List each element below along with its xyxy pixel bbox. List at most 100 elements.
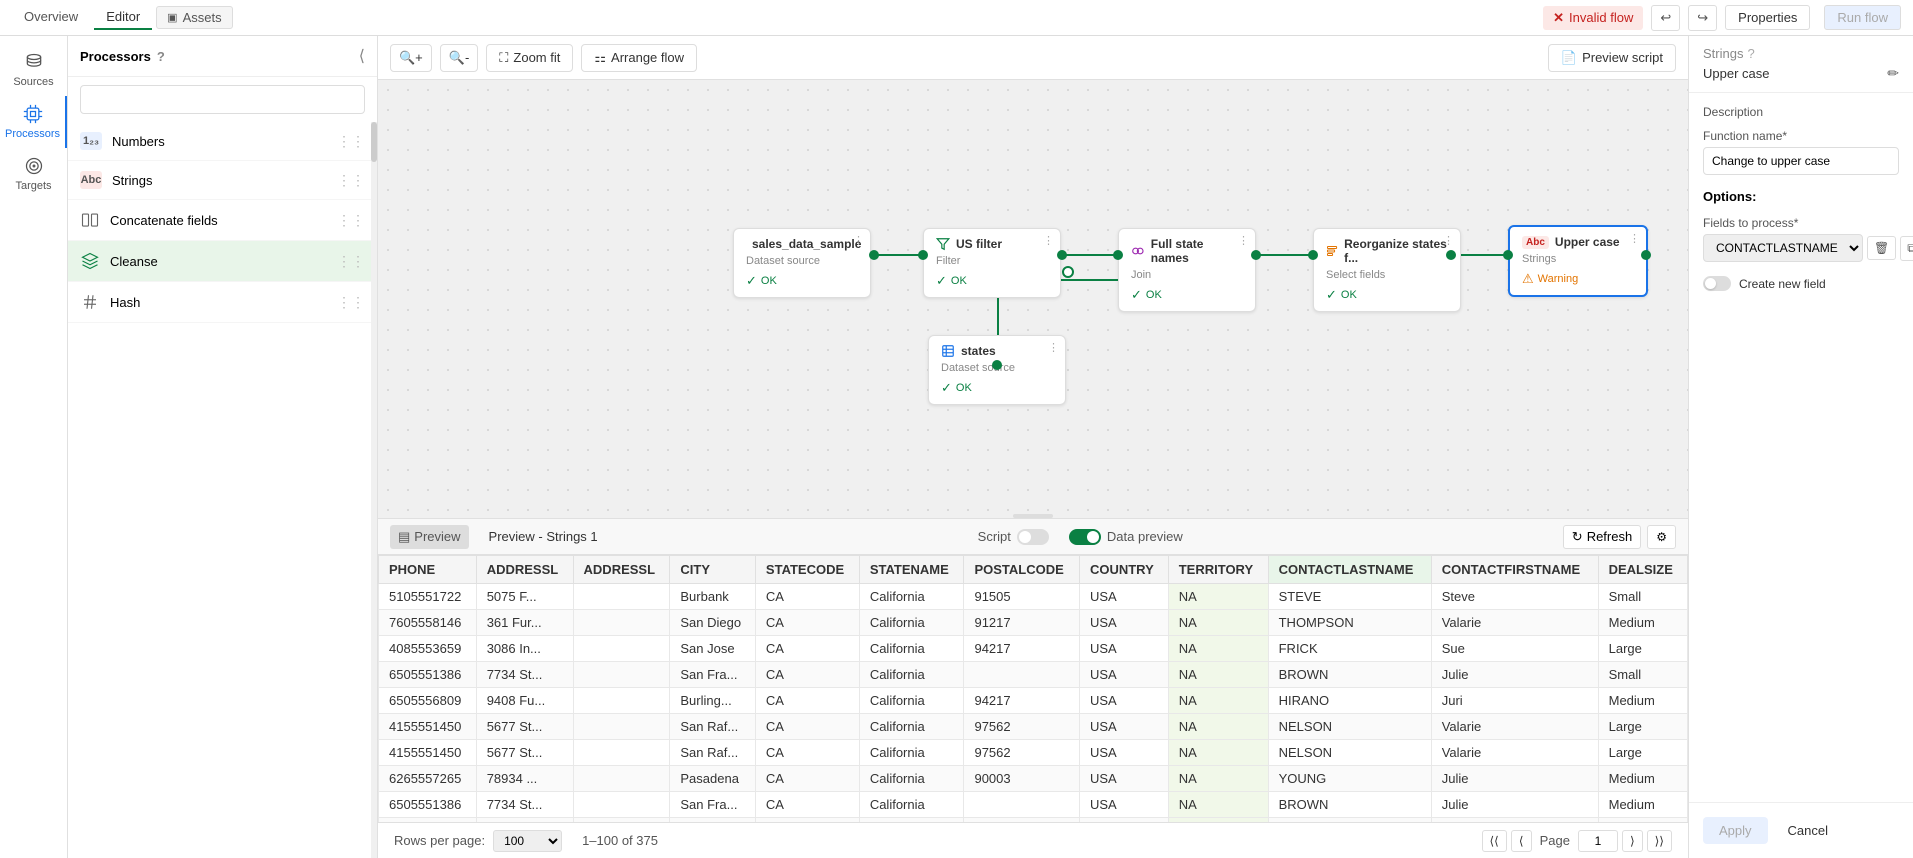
tab-assets[interactable]: ▣ Assets bbox=[156, 6, 232, 29]
zoom-in-button[interactable]: 🔍+ bbox=[390, 44, 432, 72]
node-reorganize[interactable]: ⋮ Reorganize states f... Select fields ✓… bbox=[1313, 228, 1461, 312]
drag-icon-numbers[interactable]: ⋮⋮ bbox=[337, 133, 365, 150]
drag-icon-concat[interactable]: ⋮⋮ bbox=[337, 212, 365, 229]
node-subtitle: Select fields bbox=[1326, 269, 1448, 281]
table-cell: YOUNG bbox=[1268, 766, 1431, 792]
cpu-icon bbox=[23, 104, 43, 124]
processor-item-concatenate[interactable]: Concatenate fields ⋮⋮ bbox=[68, 200, 377, 241]
invalid-flow-button[interactable]: ✕ Invalid flow bbox=[1543, 6, 1643, 30]
expand-field-button[interactable]: ⧉ bbox=[1900, 236, 1913, 261]
processor-item-numbers[interactable]: 1₂₃ Numbers ⋮⋮ bbox=[68, 122, 377, 161]
table-cell: HIRANO bbox=[1268, 688, 1431, 714]
node-subtitle: Dataset source bbox=[746, 255, 858, 267]
table-cell: California bbox=[859, 636, 964, 662]
script-toggle-switch[interactable] bbox=[1017, 529, 1049, 545]
zoom-fit-button[interactable]: ⛶ Zoom fit bbox=[486, 44, 573, 72]
delete-field-button[interactable]: 🗑 bbox=[1867, 236, 1896, 260]
col-header[interactable]: CONTACTLASTNAME bbox=[1268, 556, 1431, 584]
node-upper-case[interactable]: ⋮ Abc Upper case Strings ⚠ Warning bbox=[1508, 225, 1648, 297]
table-cell: USA bbox=[1079, 610, 1168, 636]
table-cell: Large bbox=[1598, 714, 1687, 740]
table-cell bbox=[573, 740, 670, 766]
drag-icon-cleanse[interactable]: ⋮⋮ bbox=[337, 253, 365, 270]
first-page-button[interactable]: ⟨⟨ bbox=[1482, 830, 1507, 852]
table-cell bbox=[964, 662, 1080, 688]
concat-icon bbox=[80, 210, 100, 230]
sidebar-item-sources[interactable]: Sources bbox=[0, 44, 67, 96]
zoom-fit-icon: ⛶ bbox=[499, 50, 508, 66]
redo-button[interactable]: ↪ bbox=[1688, 5, 1717, 31]
table-cell: Burbank bbox=[670, 584, 756, 610]
node-us-filter[interactable]: ⋮ US filter Filter ✓ OK bbox=[923, 228, 1061, 298]
function-name-select[interactable]: Change to upper case Change to lower cas… bbox=[1703, 147, 1899, 175]
rows-per-page-select[interactable]: 100 50 25 bbox=[493, 830, 562, 852]
create-field-toggle[interactable] bbox=[1703, 276, 1731, 291]
table-cell: FRICK bbox=[1268, 636, 1431, 662]
col-header[interactable]: STATENAME bbox=[859, 556, 964, 584]
page-input[interactable] bbox=[1578, 830, 1618, 852]
zoom-in-icon: 🔍+ bbox=[399, 50, 423, 66]
drag-icon-hash[interactable]: ⋮⋮ bbox=[337, 294, 365, 311]
tab-editor[interactable]: Editor bbox=[94, 5, 152, 30]
conn-dot bbox=[1251, 250, 1261, 260]
refresh-button[interactable]: ↻ Refresh bbox=[1563, 525, 1641, 549]
tab-overview[interactable]: Overview bbox=[12, 5, 90, 30]
col-header[interactable]: ADDRESSL bbox=[476, 556, 573, 584]
table-cell bbox=[964, 792, 1080, 818]
preview-script-button[interactable]: 📄 Preview script bbox=[1548, 44, 1676, 72]
run-flow-button[interactable]: Run flow bbox=[1824, 5, 1901, 30]
data-preview-toggle-switch[interactable] bbox=[1069, 529, 1101, 545]
node-menu-icon[interactable]: ⋮ bbox=[1443, 234, 1454, 247]
right-panel: Strings ? Upper case ✏ Description Funct… bbox=[1688, 36, 1913, 858]
action-buttons: Apply Cancel bbox=[1689, 802, 1913, 858]
target-icon bbox=[24, 156, 44, 176]
cancel-button[interactable]: Cancel bbox=[1776, 817, 1840, 844]
node-menu-icon[interactable]: ⋮ bbox=[1238, 234, 1249, 247]
last-page-button[interactable]: ⟩⟩ bbox=[1647, 830, 1672, 852]
node-status: ✓ OK bbox=[1326, 287, 1448, 303]
arrange-flow-button[interactable]: ⚏ Arrange flow bbox=[581, 44, 697, 72]
settings-button[interactable]: ⚙ bbox=[1647, 525, 1676, 549]
col-header[interactable]: CONTACTFIRSTNAME bbox=[1431, 556, 1598, 584]
node-sales-data[interactable]: ⋮ sales_data_sample Dataset source ✓ OK bbox=[733, 228, 871, 298]
properties-button[interactable]: Properties bbox=[1725, 5, 1810, 30]
next-page-button[interactable]: ⟩ bbox=[1622, 830, 1643, 852]
apply-button[interactable]: Apply bbox=[1703, 817, 1768, 844]
col-header[interactable]: DEALSIZE bbox=[1598, 556, 1687, 584]
strings-help-icon[interactable]: ? bbox=[1747, 46, 1754, 61]
sidebar-item-processors[interactable]: Processors bbox=[0, 96, 67, 148]
processors-help-icon[interactable]: ? bbox=[157, 49, 165, 64]
fields-select[interactable]: CONTACTLASTNAME bbox=[1703, 234, 1863, 262]
processor-search-input[interactable] bbox=[80, 85, 365, 114]
processor-item-strings[interactable]: Abc Strings ⋮⋮ bbox=[68, 161, 377, 200]
col-header[interactable]: PHONE bbox=[379, 556, 477, 584]
edit-icon[interactable]: ✏ bbox=[1887, 65, 1899, 82]
processor-item-cleanse[interactable]: Cleanse ⋮⋮ bbox=[68, 241, 377, 282]
node-menu-icon[interactable]: ⋮ bbox=[1629, 232, 1640, 245]
table-cell: USA bbox=[1079, 714, 1168, 740]
col-header[interactable]: STATECODE bbox=[755, 556, 859, 584]
drag-icon-strings[interactable]: ⋮⋮ bbox=[337, 172, 365, 189]
zoom-out-button[interactable]: 🔍- bbox=[440, 44, 479, 72]
prev-page-button[interactable]: ⟨ bbox=[1511, 830, 1532, 852]
preview-tab[interactable]: ▤ Preview bbox=[390, 525, 469, 549]
undo-button[interactable]: ↩ bbox=[1651, 5, 1680, 31]
node-menu-icon[interactable]: ⋮ bbox=[853, 234, 864, 247]
sidebar-item-targets[interactable]: Targets bbox=[0, 148, 67, 200]
node-full-state[interactable]: ⋮ Full state names Join ✓ OK bbox=[1118, 228, 1256, 312]
col-header[interactable]: POSTALCODE bbox=[964, 556, 1080, 584]
flow-canvas[interactable]: ⋮ sales_data_sample Dataset source ✓ OK bbox=[378, 80, 1688, 518]
options-title: Options: bbox=[1703, 189, 1899, 204]
col-header[interactable]: ADDRESSL bbox=[573, 556, 670, 584]
collapse-icon[interactable]: ⟨ bbox=[359, 46, 365, 66]
col-header[interactable]: COUNTRY bbox=[1079, 556, 1168, 584]
processors-header: Processors ? ⟨ bbox=[68, 36, 377, 77]
resize-handle[interactable] bbox=[1013, 514, 1053, 518]
node-menu-icon[interactable]: ⋮ bbox=[1048, 341, 1059, 354]
node-states[interactable]: ⋮ states Dataset source ✓ OK bbox=[928, 335, 1066, 405]
processor-item-hash[interactable]: Hash ⋮⋮ bbox=[68, 282, 377, 323]
node-menu-icon[interactable]: ⋮ bbox=[1043, 234, 1054, 247]
col-header[interactable]: TERRITORY bbox=[1168, 556, 1268, 584]
table-cell: USA bbox=[1079, 766, 1168, 792]
col-header[interactable]: CITY bbox=[670, 556, 756, 584]
